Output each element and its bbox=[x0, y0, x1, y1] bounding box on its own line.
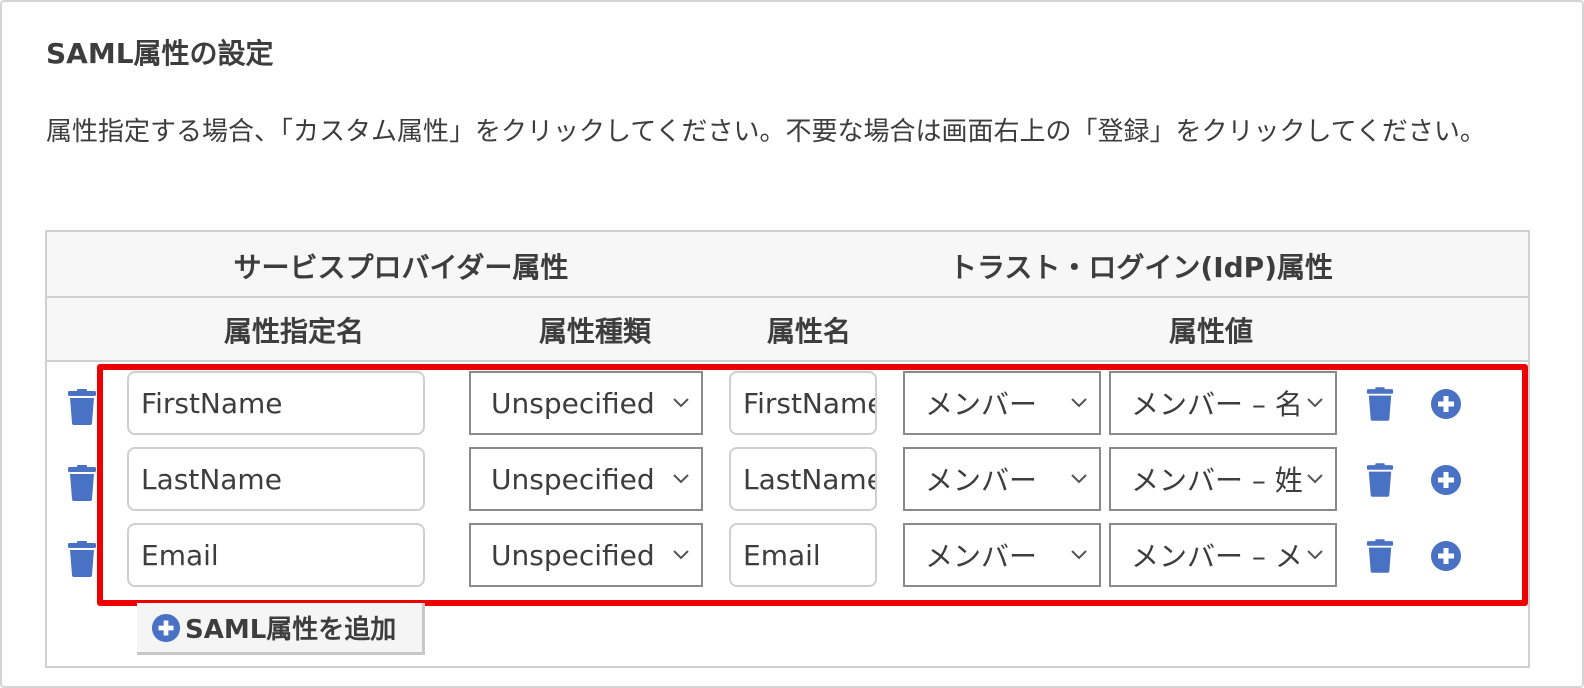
attr-value-category: メンバー bbox=[925, 540, 1038, 573]
attr-type-select[interactable]: Unspecified bbox=[469, 447, 703, 511]
trash-icon bbox=[1366, 387, 1394, 421]
attr-type-header: 属性種類 bbox=[538, 315, 652, 348]
chevron-down-icon bbox=[1303, 543, 1327, 567]
trash-icon bbox=[68, 541, 96, 577]
chevron-down-icon bbox=[669, 467, 693, 491]
attr-value-field: メンバー – 姓 bbox=[1131, 464, 1303, 497]
add-saml-attribute-label: SAML属性を追加 bbox=[185, 615, 397, 645]
chevron-down-icon bbox=[1067, 543, 1091, 567]
group-header-row: サービスプロバイダー属性 トラスト・ログイン(IdP)属性 bbox=[47, 232, 1528, 298]
plus-circle-icon bbox=[151, 613, 181, 642]
attr-value-category-select[interactable]: メンバー bbox=[903, 447, 1101, 511]
attr-value-field: メンバー – 名 bbox=[1131, 388, 1303, 421]
trash-icon bbox=[1366, 463, 1394, 497]
attr-value-field: メンバー – メールアドレス bbox=[1131, 540, 1303, 573]
attr-type-select[interactable]: Unspecified bbox=[469, 371, 703, 435]
delete-value-button[interactable] bbox=[1363, 461, 1397, 499]
trash-icon bbox=[1366, 539, 1394, 573]
trash-icon bbox=[68, 465, 96, 501]
attr-type-value: Unspecified bbox=[491, 462, 655, 496]
chevron-down-icon bbox=[669, 543, 693, 567]
plus-circle-icon bbox=[1431, 465, 1461, 495]
attr-value-category: メンバー bbox=[925, 388, 1038, 421]
add-value-button[interactable] bbox=[1429, 461, 1463, 499]
row-delete-button[interactable] bbox=[67, 465, 97, 501]
chevron-down-icon bbox=[669, 391, 693, 415]
table-row: LastName Unspecified LastName メンバー メンバー … bbox=[47, 447, 1528, 513]
plus-circle-icon bbox=[1431, 389, 1461, 419]
attr-value-field-select[interactable]: メンバー – 名 bbox=[1109, 371, 1337, 435]
table-row: Email Unspecified Email メンバー メンバー – メールア… bbox=[47, 523, 1528, 589]
add-value-button[interactable] bbox=[1429, 537, 1463, 575]
attr-value-category-select[interactable]: メンバー bbox=[903, 523, 1101, 587]
add-value-button[interactable] bbox=[1429, 385, 1463, 423]
attr-spec-name-input[interactable]: LastName bbox=[127, 447, 425, 511]
table-row: FirstName Unspecified FirstName メンバー メンバ… bbox=[47, 371, 1528, 437]
add-saml-attribute-button[interactable]: SAML属性を追加 bbox=[137, 603, 425, 655]
attr-value-category-select[interactable]: メンバー bbox=[903, 371, 1101, 435]
column-header-row: 属性指定名 属性種類 属性名 属性値 bbox=[47, 298, 1528, 362]
plus-circle-icon bbox=[1431, 541, 1461, 571]
attr-name-input[interactable]: FirstName bbox=[729, 371, 877, 435]
attr-type-select[interactable]: Unspecified bbox=[469, 523, 703, 587]
settings-panel: SAML属性の設定 属性指定する場合、「カスタム属性」をクリックしてください。不… bbox=[0, 0, 1584, 688]
attr-spec-name-header: 属性指定名 bbox=[223, 315, 365, 348]
attr-value-header: 属性値 bbox=[1168, 315, 1254, 348]
chevron-down-icon bbox=[1067, 391, 1091, 415]
attr-type-value: Unspecified bbox=[491, 538, 655, 572]
idp-attributes-header: トラスト・ログイン(IdP)属性 bbox=[948, 251, 1334, 284]
attr-spec-name-input[interactable]: FirstName bbox=[127, 371, 425, 435]
chevron-down-icon bbox=[1067, 467, 1091, 491]
attr-value-category: メンバー bbox=[925, 464, 1038, 497]
section-title: SAML属性の設定 bbox=[46, 37, 274, 70]
attr-value-field-select[interactable]: メンバー – 姓 bbox=[1109, 447, 1337, 511]
attr-name-input[interactable]: Email bbox=[729, 523, 877, 587]
sp-attributes-header: サービスプロバイダー属性 bbox=[233, 251, 569, 284]
attr-spec-name-input[interactable]: Email bbox=[127, 523, 425, 587]
chevron-down-icon bbox=[1303, 391, 1327, 415]
delete-value-button[interactable] bbox=[1363, 385, 1397, 423]
row-delete-button[interactable] bbox=[67, 389, 97, 425]
attr-name-header: 属性名 bbox=[766, 315, 852, 348]
delete-value-button[interactable] bbox=[1363, 537, 1397, 575]
section-description: 属性指定する場合、「カスタム属性」をクリックしてください。不要な場合は画面右上の… bbox=[46, 117, 1486, 147]
trash-icon bbox=[68, 389, 96, 425]
attr-name-input[interactable]: LastName bbox=[729, 447, 877, 511]
row-delete-button[interactable] bbox=[67, 541, 97, 577]
attr-type-value: Unspecified bbox=[491, 386, 655, 420]
chevron-down-icon bbox=[1303, 467, 1327, 491]
attr-value-field-select[interactable]: メンバー – メールアドレス bbox=[1109, 523, 1337, 587]
